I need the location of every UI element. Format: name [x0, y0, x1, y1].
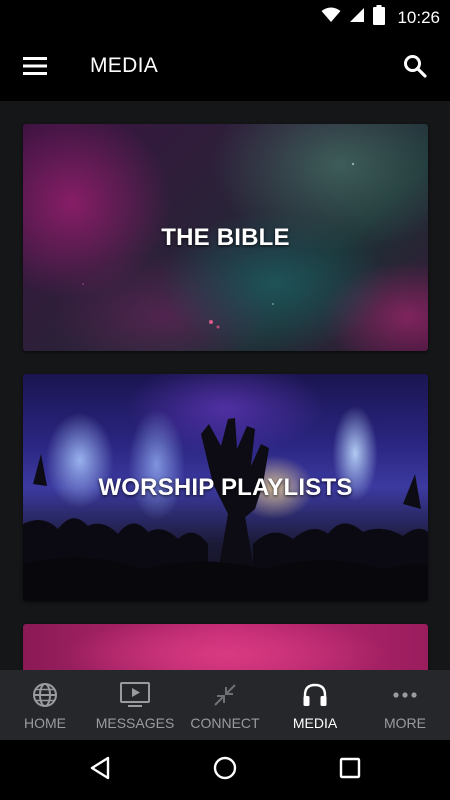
page-title: MEDIA [90, 54, 159, 77]
bottom-nav: HOME MESSAGES CONNECT MEDIA MORE [0, 670, 450, 740]
media-card-worship-playlists[interactable]: WORSHIP PLAYLISTS [23, 374, 428, 601]
status-bar: 10:26 [0, 0, 450, 33]
nav-label: CONNECT [190, 715, 260, 731]
recents-square-icon [339, 757, 361, 784]
tv-play-icon [90, 682, 180, 708]
wifi-icon [321, 7, 341, 28]
home-circle-icon [213, 756, 237, 785]
home-button[interactable] [210, 755, 240, 785]
hamburger-menu-icon [23, 56, 47, 81]
system-nav-bar [0, 740, 450, 800]
globe-icon [0, 682, 90, 708]
status-time: 10:26 [397, 7, 440, 27]
search-icon [403, 54, 427, 83]
search-button[interactable] [400, 53, 430, 83]
nav-label: MORE [384, 715, 426, 731]
recents-button[interactable] [335, 755, 365, 785]
app-screen: 10:26 MEDIA THE BIBLE WORSHIP PLAYLISTS … [0, 0, 450, 800]
cell-signal-icon [349, 7, 365, 28]
battery-icon [373, 5, 386, 30]
nav-label: MESSAGES [95, 715, 175, 731]
collapse-arrows-icon [180, 682, 270, 708]
media-card-bible[interactable]: THE BIBLE [23, 124, 428, 351]
headphones-icon [270, 682, 360, 708]
card-title: WORSHIP PLAYLISTS [98, 473, 353, 501]
nav-label: HOME [24, 715, 66, 731]
nav-item-connect[interactable]: CONNECT [180, 670, 270, 740]
app-bar: MEDIA [0, 33, 450, 101]
media-card-third[interactable] [23, 624, 428, 670]
back-button[interactable] [85, 755, 115, 785]
nav-label: MEDIA [292, 715, 338, 731]
more-dots-icon [360, 682, 450, 708]
back-icon [89, 756, 111, 785]
nav-item-media[interactable]: MEDIA [270, 670, 360, 740]
nav-item-more[interactable]: MORE [360, 670, 450, 740]
nav-item-home[interactable]: HOME [0, 670, 90, 740]
card-title: THE BIBLE [161, 223, 290, 251]
menu-button[interactable] [20, 53, 50, 83]
media-list: THE BIBLE WORSHIP PLAYLISTS [0, 101, 450, 670]
nav-item-messages[interactable]: MESSAGES [90, 670, 180, 740]
status-icons: 10:26 [321, 5, 440, 30]
